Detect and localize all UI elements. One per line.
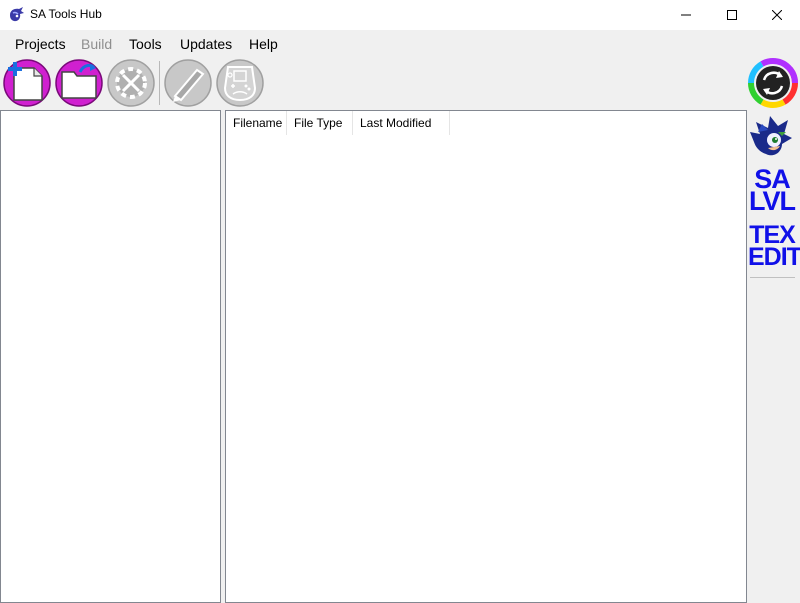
project-settings-button[interactable] [106,58,156,108]
menu-bar: Projects Build Tools Updates Help [0,30,800,57]
new-project-icon [3,59,51,107]
menu-projects[interactable]: Projects [15,36,66,52]
edit-tool-button[interactable] [163,58,213,108]
menu-help[interactable]: Help [249,36,278,52]
new-project-button[interactable] [2,58,52,108]
texedit-button[interactable]: TEX EDIT [748,223,800,271]
sonic-character-icon [750,116,792,156]
salvl-button[interactable]: SA LVL [748,166,796,216]
side-tools-separator [750,277,795,278]
minimize-button[interactable] [663,0,709,30]
title-bar: SA Tools Hub [0,0,800,30]
minimize-icon [681,14,691,16]
app-logo-icon [10,7,24,22]
column-header-last-modified[interactable]: Last Modified [353,111,450,135]
window-title: SA Tools Hub [30,7,102,21]
maximize-button[interactable] [709,0,755,30]
file-list-panel[interactable]: Filename File Type Last Modified [225,110,747,603]
game-controller-icon [216,59,264,107]
sonic-tool-button[interactable] [748,112,796,160]
close-icon [772,10,782,20]
project-tree-panel[interactable] [0,110,221,603]
edit-tool-icon [164,59,212,107]
menu-tools[interactable]: Tools [129,36,162,52]
column-header-filename[interactable]: Filename [226,111,287,135]
open-project-button[interactable] [54,58,104,108]
texedit-line-2: EDIT [748,243,800,271]
game-controller-button[interactable] [215,58,265,108]
update-refresh-icon [748,58,798,108]
project-settings-icon [107,59,155,107]
update-refresh-button[interactable] [748,58,798,108]
menu-build[interactable]: Build [81,36,112,52]
open-project-icon [55,59,103,107]
toolbar-separator [159,61,160,105]
column-header-file-type[interactable]: File Type [287,111,353,135]
salvl-line-2: LVL [749,186,796,216]
maximize-icon [727,10,737,20]
menu-updates[interactable]: Updates [180,36,232,52]
close-button[interactable] [754,0,800,30]
